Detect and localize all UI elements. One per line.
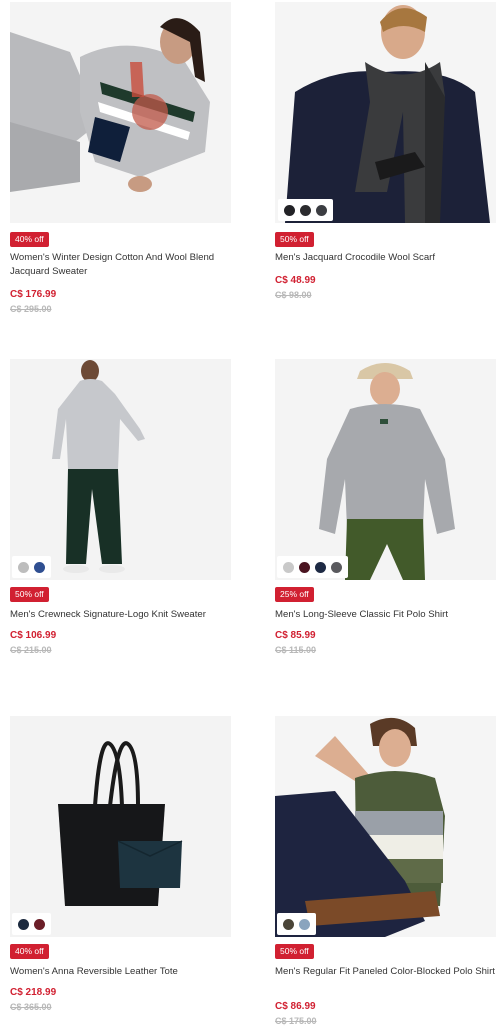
product-photo-scarf [275, 2, 496, 223]
product-title[interactable]: Men's Crewneck Signature-Logo Knit Sweat… [10, 608, 235, 622]
discount-badge: 50% off [275, 232, 314, 247]
original-price: C$ 295.00 [10, 304, 52, 314]
original-price: C$ 365.00 [10, 1002, 52, 1012]
product-title[interactable]: Men's Regular Fit Paneled Color-Blocked … [275, 965, 500, 979]
product-card[interactable]: 50% off Men's Regular Fit Paneled Color-… [275, 716, 497, 1026]
discount-badge: 25% off [275, 587, 314, 602]
color-swatch[interactable] [316, 204, 327, 216]
product-photo-polo-shirt [275, 359, 496, 580]
discount-badge: 40% off [10, 944, 49, 959]
color-swatch[interactable] [299, 561, 310, 573]
sale-price: C$ 106.99 [10, 630, 57, 641]
discount-badge: 50% off [275, 944, 314, 959]
sale-price: C$ 48.99 [275, 275, 316, 286]
product-card[interactable]: 50% off Men's Crewneck Signature-Logo Kn… [10, 359, 232, 655]
color-swatch[interactable] [331, 561, 342, 573]
product-card[interactable]: 40% off Women's Winter Design Cotton And… [10, 2, 232, 314]
discount-badge: 40% off [10, 232, 49, 247]
color-swatches [277, 556, 348, 578]
color-swatch[interactable] [18, 561, 29, 573]
product-image[interactable] [10, 2, 231, 223]
product-photo-sweater-women [10, 2, 231, 223]
color-swatches [12, 913, 51, 935]
color-swatch[interactable] [34, 918, 45, 930]
color-swatch[interactable] [300, 204, 311, 216]
original-price: C$ 215.00 [10, 645, 52, 655]
product-card[interactable]: 40% off Women's Anna Reversible Leather … [10, 716, 232, 1012]
product-card[interactable]: 25% off Men's Long-Sleeve Classic Fit Po… [275, 359, 497, 655]
sale-price: C$ 86.99 [275, 1001, 316, 1012]
product-image[interactable] [275, 716, 496, 937]
original-price: C$ 175.00 [275, 1016, 317, 1026]
product-image[interactable] [10, 359, 231, 580]
original-price: C$ 98.00 [275, 290, 312, 300]
product-grid: 40% off Women's Winter Design Cotton And… [0, 0, 500, 1027]
product-title[interactable]: Men's Long-Sleeve Classic Fit Polo Shirt [275, 608, 500, 622]
product-photo-leather-tote [10, 716, 231, 937]
product-image[interactable] [10, 716, 231, 937]
color-swatches [12, 556, 51, 578]
product-title[interactable]: Men's Jacquard Crocodile Wool Scarf [275, 251, 500, 265]
discount-badge: 50% off [10, 587, 49, 602]
color-swatch[interactable] [18, 918, 29, 930]
color-swatch[interactable] [283, 918, 294, 930]
color-swatch[interactable] [299, 918, 310, 930]
color-swatch[interactable] [284, 204, 295, 216]
sale-price: C$ 85.99 [275, 630, 316, 641]
sale-price: C$ 176.99 [10, 289, 57, 300]
product-image[interactable] [275, 359, 496, 580]
color-swatches [278, 199, 333, 221]
original-price: C$ 115.00 [275, 645, 317, 655]
color-swatches [277, 913, 316, 935]
product-title[interactable]: Women's Winter Design Cotton And Wool Bl… [10, 251, 235, 279]
product-photo-color-block-polo [275, 716, 496, 937]
color-swatch[interactable] [315, 561, 326, 573]
product-image[interactable] [275, 2, 496, 223]
product-title[interactable]: Women's Anna Reversible Leather Tote [10, 965, 235, 979]
sale-price: C$ 218.99 [10, 987, 57, 998]
color-swatch[interactable] [283, 561, 294, 573]
product-photo-knit-sweater [10, 359, 231, 580]
product-card[interactable]: 50% off Men's Jacquard Crocodile Wool Sc… [275, 2, 497, 300]
color-swatch[interactable] [34, 561, 45, 573]
